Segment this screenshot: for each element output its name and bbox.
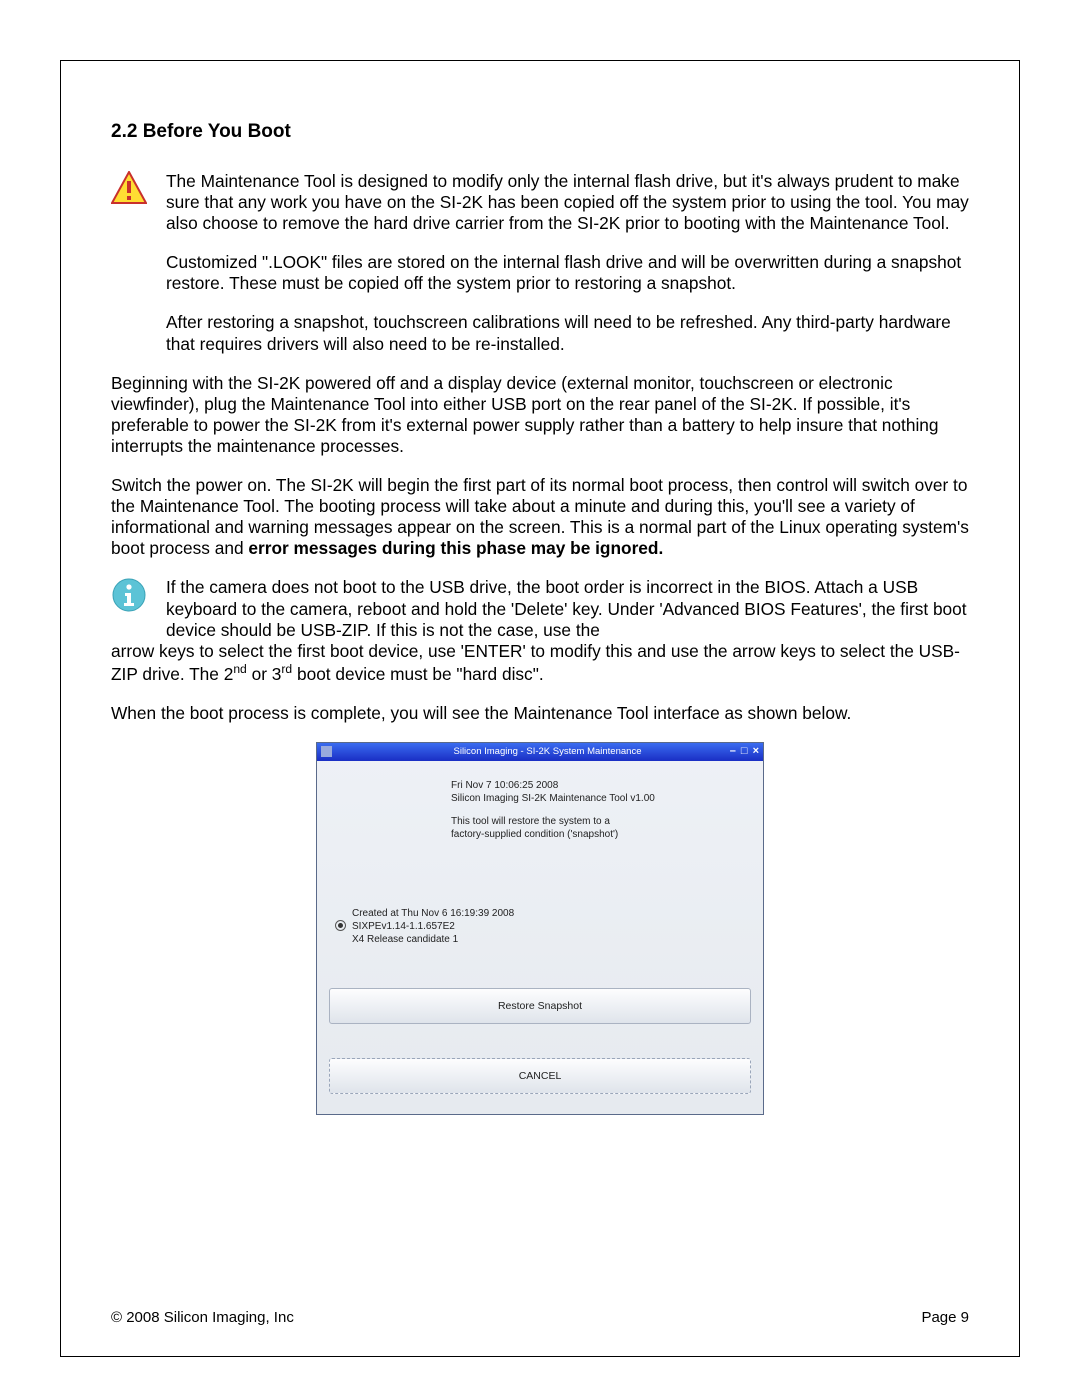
warning-icon-col bbox=[111, 171, 166, 373]
footer-page: Page 9 bbox=[921, 1309, 969, 1326]
window-maximize-button[interactable]: □ bbox=[741, 745, 748, 757]
titlebar-title: Silicon Imaging - SI-2K System Maintenan… bbox=[454, 746, 642, 757]
window-close-button[interactable]: × bbox=[753, 745, 759, 757]
para-7: When the boot process is complete, you w… bbox=[111, 703, 969, 724]
intro-panel: Fri Nov 7 10:06:25 2008 Silicon Imaging … bbox=[317, 761, 763, 865]
warning-text: The Maintenance Tool is designed to modi… bbox=[166, 171, 969, 373]
info-icon bbox=[111, 577, 166, 613]
info-block: If the camera does not boot to the USB d… bbox=[111, 577, 969, 640]
cancel-button[interactable]: CANCEL bbox=[329, 1058, 751, 1094]
screenshot-wrap: Silicon Imaging - SI-2K System Maintenan… bbox=[111, 742, 969, 1115]
para-info2: arrow keys to select the first boot devi… bbox=[111, 641, 969, 685]
titlebar-x-icon bbox=[321, 746, 332, 757]
para-4: Beginning with the SI-2K powered off and… bbox=[111, 373, 969, 457]
snap-line3: X4 Release candidate 1 bbox=[352, 933, 514, 946]
sup-nd: nd bbox=[233, 662, 246, 676]
page: 2.2 Before You Boot The Maintenance Tool… bbox=[0, 0, 1080, 1397]
footer: © 2008 Silicon Imaging, Inc Page 9 bbox=[111, 1309, 969, 1326]
warning-icon bbox=[111, 171, 166, 205]
snap-line2: SIXPEv1.14-1.1.657E2 bbox=[352, 920, 514, 933]
window-minimize-button[interactable]: – bbox=[730, 745, 736, 757]
app-window: Silicon Imaging - SI-2K System Maintenan… bbox=[316, 742, 764, 1115]
para-info2b: or 3 bbox=[247, 664, 282, 684]
warning-block: The Maintenance Tool is designed to modi… bbox=[111, 171, 969, 373]
snapshot-labels: Created at Thu Nov 6 16:19:39 2008 SIXPE… bbox=[352, 907, 514, 946]
para-warn3: After restoring a snapshot, touchscreen … bbox=[166, 312, 969, 354]
snap-line1: Created at Thu Nov 6 16:19:39 2008 bbox=[352, 907, 514, 920]
snapshot-option[interactable]: Created at Thu Nov 6 16:19:39 2008 SIXPE… bbox=[317, 893, 763, 954]
info-icon-col bbox=[111, 577, 166, 640]
para-info2c: boot device must be "hard disc". bbox=[292, 664, 543, 684]
para-5b-bold: error messages during this phase may be … bbox=[248, 538, 663, 558]
section-title: 2.2 Before You Boot bbox=[111, 121, 969, 143]
window-controls: – □ × bbox=[730, 745, 759, 757]
intro-line3: This tool will restore the system to a bbox=[451, 815, 757, 828]
para-warn2: Customized ".LOOK" files are stored on t… bbox=[166, 252, 969, 294]
radio-icon[interactable] bbox=[335, 920, 346, 931]
restore-snapshot-button[interactable]: Restore Snapshot bbox=[329, 988, 751, 1024]
para-warn1: The Maintenance Tool is designed to modi… bbox=[166, 171, 969, 234]
page-border: 2.2 Before You Boot The Maintenance Tool… bbox=[60, 60, 1020, 1357]
intro-line4: factory-supplied condition ('snapshot') bbox=[451, 828, 757, 841]
intro-line1: Fri Nov 7 10:06:25 2008 bbox=[451, 779, 757, 792]
footer-copyright: © 2008 Silicon Imaging, Inc bbox=[111, 1309, 294, 1326]
titlebar: Silicon Imaging - SI-2K System Maintenan… bbox=[317, 743, 763, 761]
info-text: If the camera does not boot to the USB d… bbox=[166, 577, 969, 640]
para-5: Switch the power on. The SI-2K will begi… bbox=[111, 475, 969, 559]
sup-rd: rd bbox=[281, 662, 292, 676]
para-info1: If the camera does not boot to the USB d… bbox=[166, 577, 969, 640]
intro-line2: Silicon Imaging SI-2K Maintenance Tool v… bbox=[451, 792, 757, 805]
